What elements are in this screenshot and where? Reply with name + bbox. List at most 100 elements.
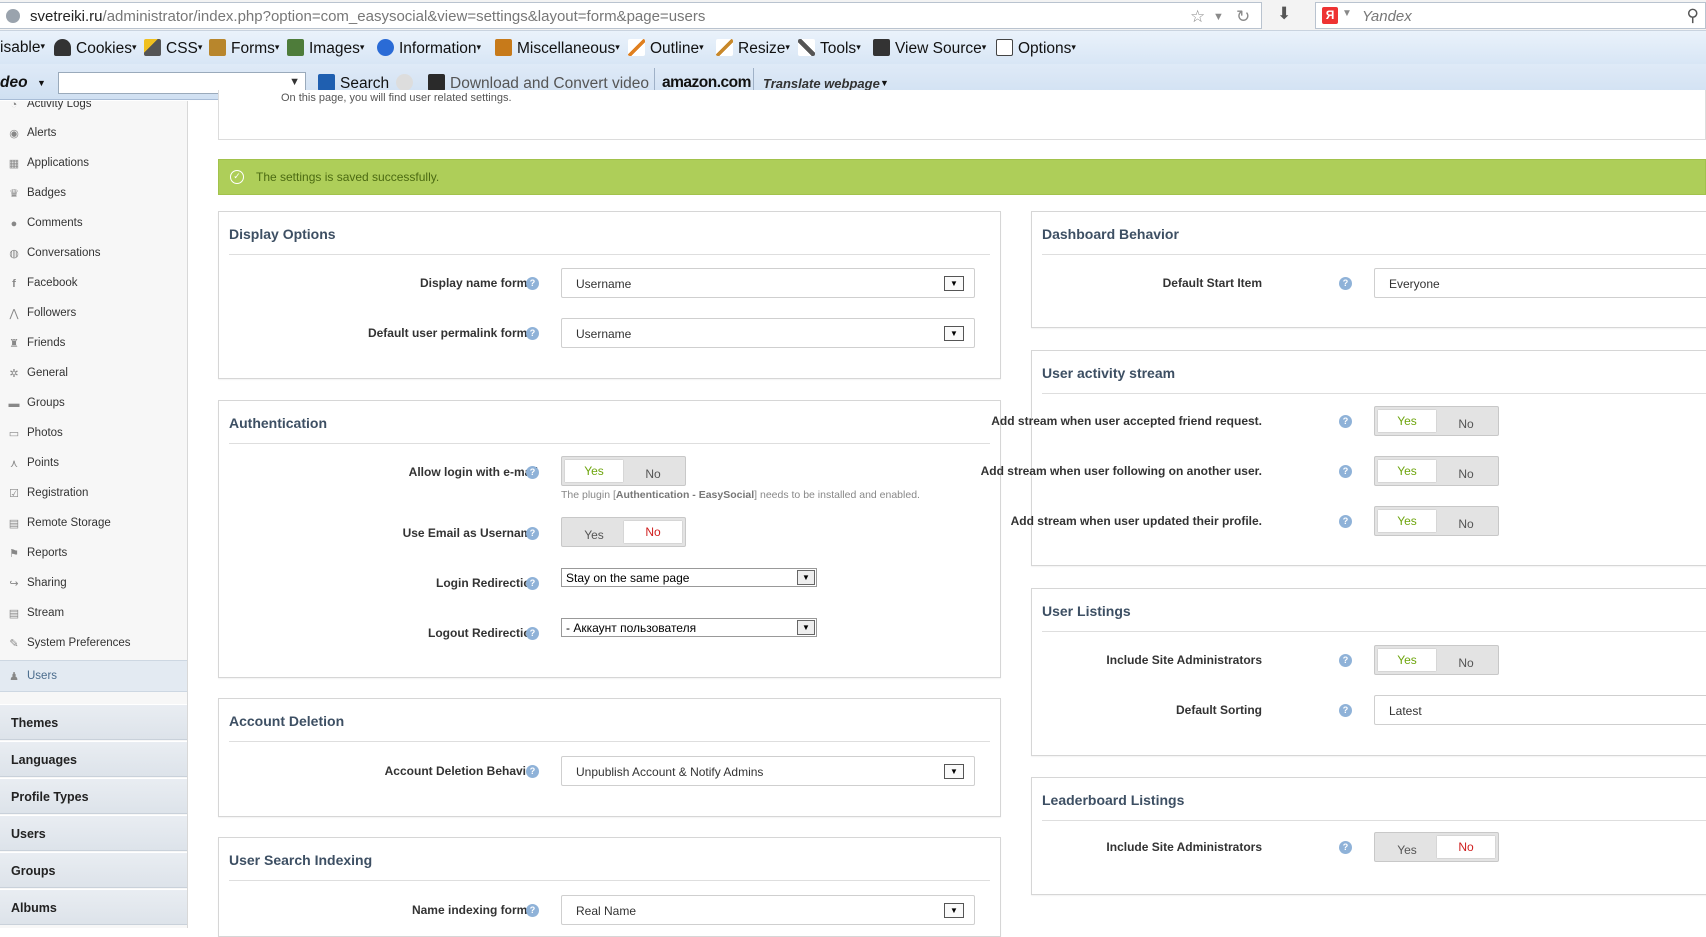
help-icon[interactable]: ? xyxy=(1339,277,1352,290)
sidebar-section-themes[interactable]: Themes xyxy=(0,704,187,740)
stream-icon: ▤ xyxy=(8,608,20,620)
sidebar-item-registration[interactable]: ☑ Registration xyxy=(0,479,187,509)
sidebar-item-stream[interactable]: ▤ Stream xyxy=(0,599,187,629)
toggle-yes[interactable]: Yes xyxy=(1378,510,1436,532)
toggle-no[interactable]: No xyxy=(624,463,682,485)
help-icon[interactable]: ? xyxy=(526,527,539,540)
include-admins-toggle[interactable]: Yes No xyxy=(1374,645,1499,675)
toggle-no[interactable]: No xyxy=(1437,413,1495,435)
sidebar-section-users[interactable]: Users xyxy=(0,815,187,851)
sidebar-item-alerts[interactable]: ◉ Alerts xyxy=(0,119,187,149)
default-sorting-select[interactable]: Latest xyxy=(1374,695,1706,725)
toggle-yes[interactable]: Yes xyxy=(1378,649,1436,671)
toggle-yes[interactable]: Yes xyxy=(565,524,623,546)
stream-following-toggle[interactable]: Yes No xyxy=(1374,456,1499,486)
sidebar-section-languages[interactable]: Languages xyxy=(0,741,187,777)
video-dropdown-icon[interactable]: ▼ xyxy=(37,78,46,88)
toggle-yes[interactable]: Yes xyxy=(1378,410,1436,432)
sidebar-item-remote-storage[interactable]: ▤ Remote Storage xyxy=(0,509,187,539)
help-icon[interactable]: ? xyxy=(1339,654,1352,667)
email-as-username-toggle[interactable]: Yes No xyxy=(561,517,686,547)
sidebar-item-system-preferences[interactable]: ✎ System Preferences xyxy=(0,629,187,659)
toggle-yes[interactable]: Yes xyxy=(1378,460,1436,482)
toggle-no[interactable]: No xyxy=(1437,652,1495,674)
help-icon[interactable]: ? xyxy=(526,327,539,340)
sidebar-item-comments[interactable]: ● Comments xyxy=(0,209,187,239)
toolbar-miscellaneous[interactable]: Miscellaneous▾ xyxy=(495,39,620,58)
default-start-item-select[interactable]: Everyone xyxy=(1374,268,1706,298)
allow-login-email-toggle[interactable]: Yes No xyxy=(561,456,686,486)
sidebar-item-sharing[interactable]: ↪ Sharing xyxy=(0,569,187,599)
help-icon[interactable]: ? xyxy=(1339,704,1352,717)
url-dropdown-icon[interactable]: ▼ xyxy=(1213,11,1224,23)
toolbar-outline[interactable]: Outline▾ xyxy=(628,39,704,58)
help-icon[interactable]: ? xyxy=(526,904,539,917)
permalink-format-select[interactable]: Username ▼ xyxy=(561,318,975,348)
toolbar-css[interactable]: CSS▾ xyxy=(144,39,202,58)
url-text[interactable]: svetreiki.ru/administrator/index.php?opt… xyxy=(30,8,705,25)
toggle-yes[interactable]: Yes xyxy=(1378,839,1436,861)
sidebar-item-general[interactable]: ✲ General xyxy=(0,359,187,389)
help-icon[interactable]: ? xyxy=(526,466,539,479)
sidebar-item-reports[interactable]: ⚑ Reports xyxy=(0,539,187,569)
sidebar-item-activity-logs[interactable]: ◔ Activity Logs xyxy=(0,101,187,120)
help-icon[interactable]: ? xyxy=(1339,515,1352,528)
toolbar-view-source[interactable]: View Source▾ xyxy=(873,39,986,58)
toolbar-options[interactable]: Options▾ xyxy=(996,39,1076,58)
toggle-no[interactable]: No xyxy=(624,521,682,543)
toolbar-forms[interactable]: Forms▾ xyxy=(209,39,279,58)
sidebar-section-profile-types[interactable]: Profile Types xyxy=(0,778,187,814)
sidebar-item-applications[interactable]: ▦ Applications xyxy=(0,149,187,179)
toggle-no[interactable]: No xyxy=(1437,513,1495,535)
leaderboard-include-admins-toggle[interactable]: Yes No xyxy=(1374,832,1499,862)
stream-friend-request-toggle[interactable]: Yes No xyxy=(1374,406,1499,436)
toolbar-tools[interactable]: Tools▾ xyxy=(798,39,861,58)
sidebar-section-albums[interactable]: Albums xyxy=(0,889,187,925)
help-icon[interactable]: ? xyxy=(526,277,539,290)
stream-profile-update-toggle[interactable]: Yes No xyxy=(1374,506,1499,536)
search-engine-placeholder[interactable]: Yandex xyxy=(1362,8,1412,25)
toolbar-information[interactable]: Information▾ xyxy=(377,39,481,58)
toggle-yes[interactable]: Yes xyxy=(565,460,623,482)
help-icon[interactable]: ? xyxy=(1339,415,1352,428)
chevron-down-icon: ▼ xyxy=(797,620,815,635)
sidebar-section-groups[interactable]: Groups xyxy=(0,852,187,888)
help-icon[interactable]: ? xyxy=(526,627,539,640)
logout-redirection-select[interactable]: - Аккаунт пользователя ▼ xyxy=(561,618,817,637)
person-icon xyxy=(54,39,71,56)
url-field[interactable]: svetreiki.ru/administrator/index.php?opt… xyxy=(0,2,1262,29)
name-indexing-select[interactable]: Real Name ▼ xyxy=(561,895,975,925)
engine-dropdown-icon[interactable]: ▼ xyxy=(1342,8,1352,19)
sidebar-item-conversations[interactable]: ◍ Conversations xyxy=(0,239,187,269)
reload-icon[interactable]: ↻ xyxy=(1236,7,1250,27)
sidebar-item-groups[interactable]: ▬ Groups xyxy=(0,389,187,419)
deletion-behavior-select[interactable]: Unpublish Account & Notify Admins ▼ xyxy=(561,756,975,786)
sidebar-item-badges[interactable]: ♛ Badges xyxy=(0,179,187,209)
translate-dropdown-icon[interactable]: ▼ xyxy=(880,78,889,88)
sidebar-item-facebook[interactable]: f Facebook xyxy=(0,269,187,299)
download-arrow-icon[interactable]: ⬇ xyxy=(1277,4,1291,24)
help-icon[interactable]: ? xyxy=(526,765,539,778)
translate-button[interactable]: Translate webpage xyxy=(763,76,880,91)
sidebar-item-points[interactable]: ⋏ Points xyxy=(0,449,187,479)
bookmark-star-icon[interactable]: ☆ xyxy=(1190,7,1205,27)
toolbar-images[interactable]: Images▾ xyxy=(287,39,364,58)
search-icon[interactable]: ⚲ xyxy=(1687,6,1699,26)
help-icon[interactable]: ? xyxy=(1339,841,1352,854)
help-icon[interactable]: ? xyxy=(1339,465,1352,478)
toggle-no[interactable]: No xyxy=(1437,463,1495,485)
sidebar-item-users[interactable]: ♟ Users xyxy=(0,660,187,692)
chevron-down-icon: ▼ xyxy=(944,903,964,918)
toolbar-resize[interactable]: Resize▾ xyxy=(716,39,790,58)
combo-dropdown-icon[interactable]: ▼ xyxy=(289,76,300,88)
sidebar-item-followers[interactable]: ⋀ Followers xyxy=(0,299,187,329)
search-engine-box[interactable]: Я ▼ Yandex ⚲ xyxy=(1315,2,1706,29)
toolbar-disable[interactable]: isable▾ xyxy=(0,39,45,57)
display-name-format-select[interactable]: Username ▼ xyxy=(561,268,975,298)
sidebar-item-friends[interactable]: ♜ Friends xyxy=(0,329,187,359)
toolbar-cookies[interactable]: Cookies▾ xyxy=(54,39,137,58)
help-icon[interactable]: ? xyxy=(526,577,539,590)
sidebar-item-photos[interactable]: ▭ Photos xyxy=(0,419,187,449)
toggle-no[interactable]: No xyxy=(1437,836,1495,858)
login-redirection-select[interactable]: Stay on the same page ▼ xyxy=(561,568,817,587)
